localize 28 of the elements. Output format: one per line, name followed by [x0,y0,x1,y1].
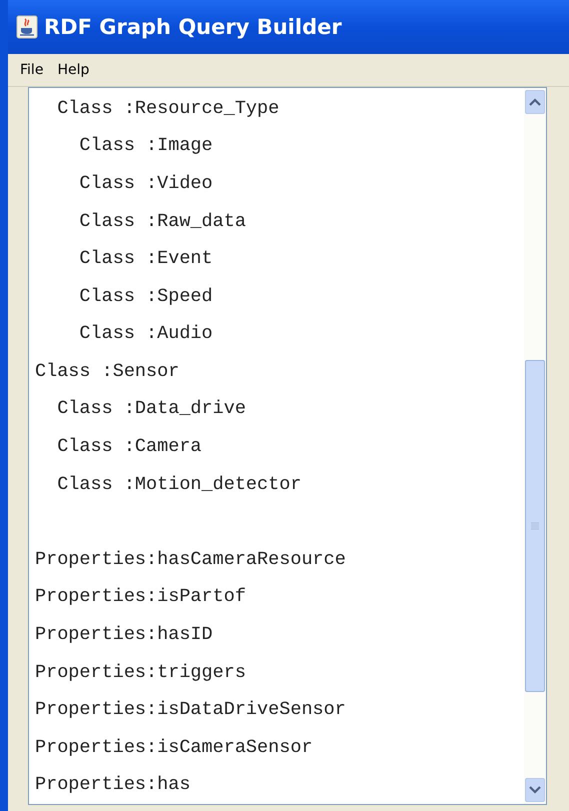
class-line: Class :Camera [57,436,202,458]
class-line: Class :Speed [79,286,213,307]
property-line: Properties:isCameraSensor [35,736,313,758]
class-line: Class :Raw_data [79,210,246,232]
property-line: Properties:triggers [35,662,246,683]
class-line: Class :Sensor [35,360,180,382]
property-line: Properties:isDataDriveSensor [35,699,346,720]
property-line: Properties:isPartof [35,586,246,608]
class-line: Class :Resource_Type [57,98,280,119]
cup-icon [16,14,38,39]
scroll-thumb[interactable] [525,360,545,692]
chevron-up-icon [529,98,541,106]
class-line: Class :Motion_detector [57,474,302,495]
class-line: Class :Video [79,172,213,194]
class-line: Class :Data_drive [57,398,246,420]
property-line: Properties:hasCameraResource [35,548,346,570]
scroll-up-button[interactable] [525,90,545,114]
class-line: Class :Event [79,248,213,270]
class-line: Class :Audio [79,323,213,344]
menu-item[interactable]: File [20,62,44,78]
class-line: Class :Image [79,135,213,156]
chevron-down-icon [529,786,541,794]
property-line: Properties:has [35,774,190,796]
property-line: Properties:hasID [35,624,213,646]
window-title: RDF Graph Query Builder [44,14,342,39]
grip-icon [531,522,539,530]
scroll-down-button[interactable] [525,778,545,802]
menu-item[interactable]: Help [57,62,90,78]
